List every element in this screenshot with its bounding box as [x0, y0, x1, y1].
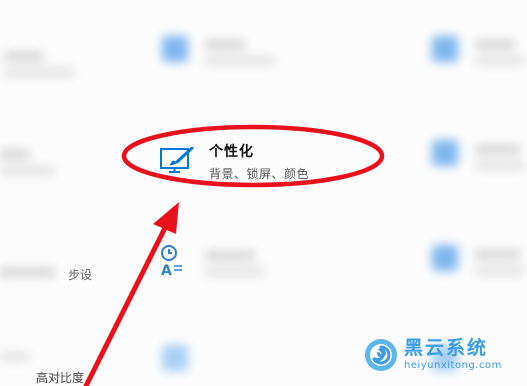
time-language-icon: A	[161, 245, 182, 278]
personalization-subtitle: 背景、锁屏、颜色	[209, 167, 310, 181]
settings-screen: 个性化 背景、锁屏、颜色 A 步设 高对比度 黑云系统 heiyunxitong…	[0, 0, 527, 386]
sync-settings-label: 步设	[68, 268, 93, 282]
brand-logo-icon	[365, 339, 397, 371]
svg-text:A: A	[161, 263, 172, 278]
watermark: 黑云系统 heiyunxitong.com	[364, 338, 502, 372]
blurred-background	[0, 0, 527, 386]
watermark-url: heiyunxitong.com	[404, 360, 502, 371]
high-contrast-label: 高对比度	[36, 371, 85, 385]
personalization-item[interactable]: 个性化 背景、锁屏、颜色	[159, 141, 309, 182]
personalization-icon	[160, 146, 194, 173]
personalization-title: 个性化	[209, 144, 254, 160]
watermark-brand: 黑云系统	[404, 337, 489, 359]
